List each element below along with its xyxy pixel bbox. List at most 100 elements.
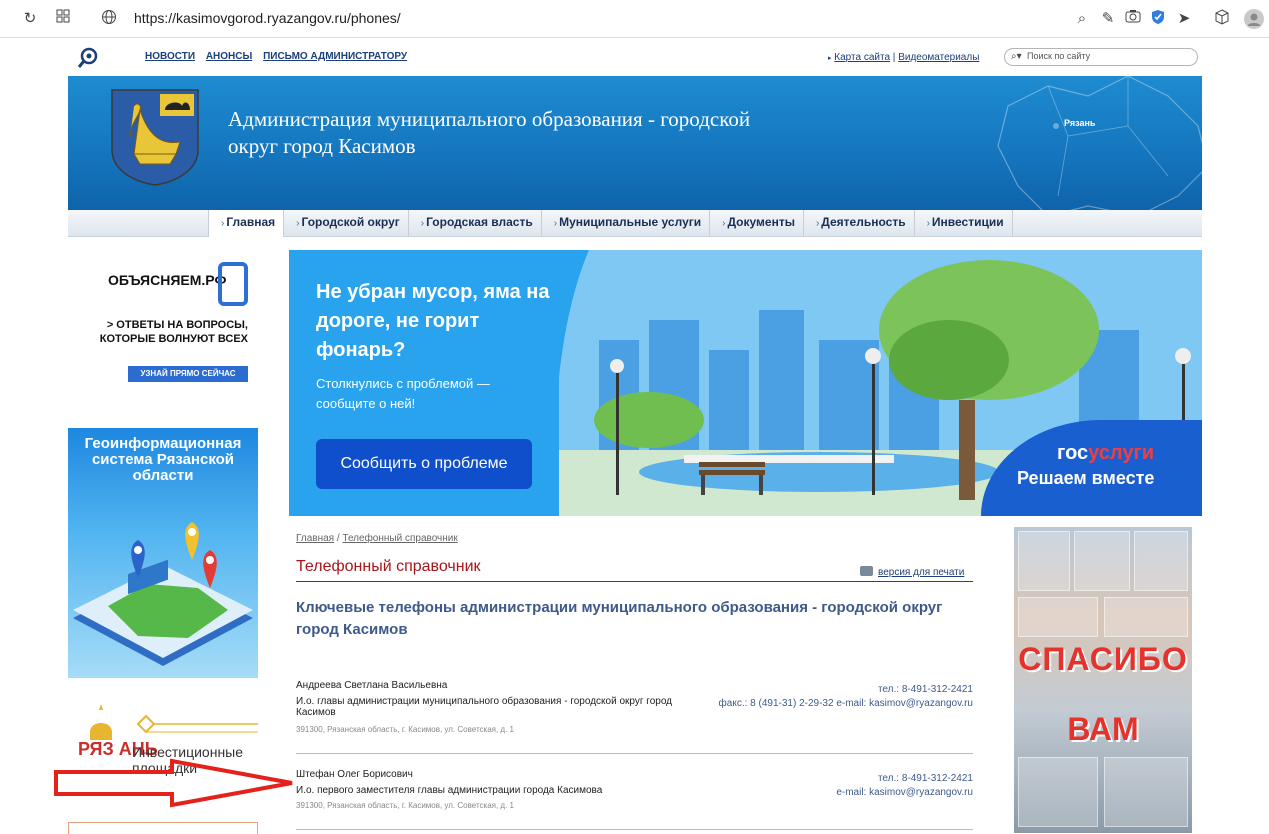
apps-grid-icon[interactable] — [53, 9, 73, 29]
nav-item-activity[interactable]: › Деятельность — [804, 210, 915, 237]
sitemap-links: ▸ Карта сайта | Видеоматериалы — [828, 52, 979, 63]
section-heading: Ключевые телефоны администрации муниципа… — [296, 599, 943, 638]
page-title: Телефонный справочник — [296, 558, 481, 575]
nav-arrow-icon: › — [420, 218, 425, 229]
links-separator: | — [892, 52, 896, 63]
main-nav: › Главная › Городской округ › Городская вла… — [68, 210, 1202, 237]
breadcrumb: Главная / Телефонный справочник — [296, 533, 458, 544]
banner-button[interactable]: УЗНАЙ ПРЯМО СЕЙЧАС — [128, 366, 248, 382]
region-map-icon — [997, 76, 1202, 210]
church-dome-icon — [90, 704, 112, 740]
contact-address: 391300, Рязанская область, г. Касимов, у… — [296, 725, 514, 734]
breadcrumb-home-link[interactable]: Главная — [296, 533, 334, 544]
nav-label: Деятельность — [821, 215, 906, 229]
nav-arrow-icon: › — [815, 218, 820, 229]
entry-divider — [296, 829, 973, 830]
banner-title: Геоинформационная система Рязанской обла… — [84, 435, 242, 484]
nav-label: Городской округ — [301, 215, 400, 229]
photo-tile — [1018, 597, 1098, 637]
red-arrow-annotation-icon — [54, 758, 293, 808]
photo-tile — [1104, 757, 1188, 827]
sitemap-link[interactable]: Карта сайта — [834, 52, 890, 63]
nav-arrow-icon: › — [553, 218, 558, 229]
top-links: НОВОСТИ АНОНСЫ ПИСЬМО АДМИНИСТРАТОРУ — [145, 51, 415, 62]
edit-icon[interactable]: ✎ — [1098, 9, 1118, 29]
printer-icon — [860, 566, 873, 576]
gosuslugi-wordmark: госуслуги — [1057, 442, 1154, 465]
print-version-link[interactable]: версия для печати — [860, 566, 964, 578]
nav-item-documents[interactable]: › Документы — [710, 210, 804, 237]
zoom-icon[interactable]: ⌕ — [1072, 9, 1092, 29]
breadcrumb-current-link[interactable]: Телефонный справочник — [342, 533, 457, 544]
gos-part: гос — [1057, 442, 1089, 464]
nav-label: Документы — [727, 215, 795, 229]
contact-phone[interactable]: тел.: 8-491-312-2421 — [878, 773, 973, 784]
site-search-input[interactable]: ⌕▾ Поиск по сайту — [1004, 48, 1198, 66]
gosuslugi-slogan: Решаем вместе — [1017, 468, 1155, 488]
contact-entry: Андреева Светлана Васильевна И.о. главы … — [296, 680, 973, 750]
map-pin-red-icon — [203, 550, 217, 588]
nav-arrow-icon: › — [221, 218, 225, 229]
gis-banner[interactable]: Геоинформационная система Рязанской обла… — [68, 428, 258, 678]
you-word: ВАМ — [1067, 711, 1139, 747]
nav-label: Городская власть — [426, 215, 533, 229]
nav-label: Инвестиции — [931, 215, 1004, 229]
nav-arrow-icon: › — [296, 218, 300, 229]
nav-item-city-district[interactable]: › Городской округ — [284, 210, 409, 237]
browser-toolbar: ↻ https://kasimovgorod.ryazangov.ru/phon… — [0, 0, 1269, 38]
decor-lines-icon — [136, 714, 258, 734]
coat-of-arms-icon[interactable] — [110, 88, 200, 186]
uslugi-part: услуги — [1088, 442, 1155, 464]
contact-position: И.о. первого заместителя главы администр… — [296, 785, 603, 796]
address-bar[interactable]: https://kasimovgorod.ryazangov.ru/phones… — [134, 10, 401, 26]
print-label: версия для печати — [878, 567, 965, 578]
entry-divider — [296, 753, 973, 754]
camera-icon[interactable] — [1123, 9, 1143, 29]
contact-email[interactable]: e-mail: kasimov@ryazangov.ru — [836, 787, 973, 798]
site-header-banner: Рязань Администрация муниципального обра… — [68, 76, 1202, 210]
banner-title: Не убран мусор, яма на дороге, не горит … — [316, 281, 550, 361]
photo-tile — [1018, 531, 1070, 591]
photo-tile — [1074, 531, 1130, 591]
photo-tile — [1018, 757, 1098, 827]
nav-label: Муниципальные услуги — [559, 215, 702, 229]
thank-you-doctors-banner[interactable]: СПАСИБО ВАМ — [1014, 527, 1192, 833]
reload-icon[interactable]: ↻ — [20, 9, 40, 29]
photo-tile — [1134, 531, 1188, 591]
nav-item-investments[interactable]: › Инвестиции — [915, 210, 1013, 237]
contact-name: Штефан Олег Борисович — [296, 769, 413, 780]
map-pin-yellow-icon — [185, 522, 199, 560]
map-city-label: Рязань — [1064, 118, 1096, 128]
search-eye-icon[interactable] — [76, 46, 100, 70]
write-admin-link[interactable]: ПИСЬМО АДМИНИСТРАТОРУ — [263, 51, 407, 62]
explain-rf-banner[interactable]: ОБЪЯСНЯЕМ.РФ > ОТВЕТЫ НА ВОПРОСЫ, КОТОРЫ… — [68, 250, 258, 412]
nav-arrow-icon: › — [926, 218, 930, 229]
site-title[interactable]: Администрация муниципального образования… — [228, 106, 788, 160]
news-link[interactable]: НОВОСТИ — [145, 51, 195, 62]
nav-label: Главная — [226, 215, 276, 229]
send-icon[interactable]: ➤ — [1174, 9, 1194, 29]
nav-item-home[interactable]: › Главная — [208, 210, 285, 237]
nav-item-city-government[interactable]: › Городская власть — [409, 210, 542, 237]
gis-map-illustration — [73, 522, 253, 666]
announcements-link[interactable]: АНОНСЫ — [206, 51, 252, 62]
nav-item-municipal-services[interactable]: › Муниципальные услуги — [542, 210, 711, 237]
site-info-icon[interactable] — [99, 9, 119, 29]
contact-entry: Штефан Олег Борисович И.о. первого замес… — [296, 769, 973, 819]
report-problem-button[interactable]: Сообщить о проблеме — [316, 439, 532, 489]
contact-phone[interactable]: тел.: 8-491-312-2421 — [878, 684, 973, 695]
contact-position: И.о. главы администрации муниципального … — [296, 696, 673, 718]
shield-icon[interactable] — [1148, 9, 1168, 29]
bullet-arrow-icon: ▸ — [828, 55, 832, 62]
profile-avatar-icon[interactable] — [1244, 9, 1264, 29]
video-link[interactable]: Видеоматериалы — [898, 52, 979, 63]
extensions-cube-icon[interactable] — [1212, 9, 1232, 29]
speech-bubble-icon — [218, 262, 248, 306]
search-placeholder: Поиск по сайту — [1027, 51, 1091, 61]
contact-fax-email[interactable]: факс.: 8 (491-31) 2-29-32 e-mail: kasimo… — [719, 698, 973, 709]
banner-text: > ОТВЕТЫ НА ВОПРОСЫ, КОТОРЫЕ ВОЛНУЮТ ВСЕ… — [99, 319, 248, 345]
contact-name: Андреева Светлана Васильевна — [296, 680, 448, 691]
partial-banner[interactable] — [68, 822, 258, 834]
report-problem-banner[interactable]: Не убран мусор, яма на дороге, не горит … — [289, 250, 1202, 516]
banner-title: ОБЪЯСНЯЕМ.РФ — [108, 272, 227, 288]
